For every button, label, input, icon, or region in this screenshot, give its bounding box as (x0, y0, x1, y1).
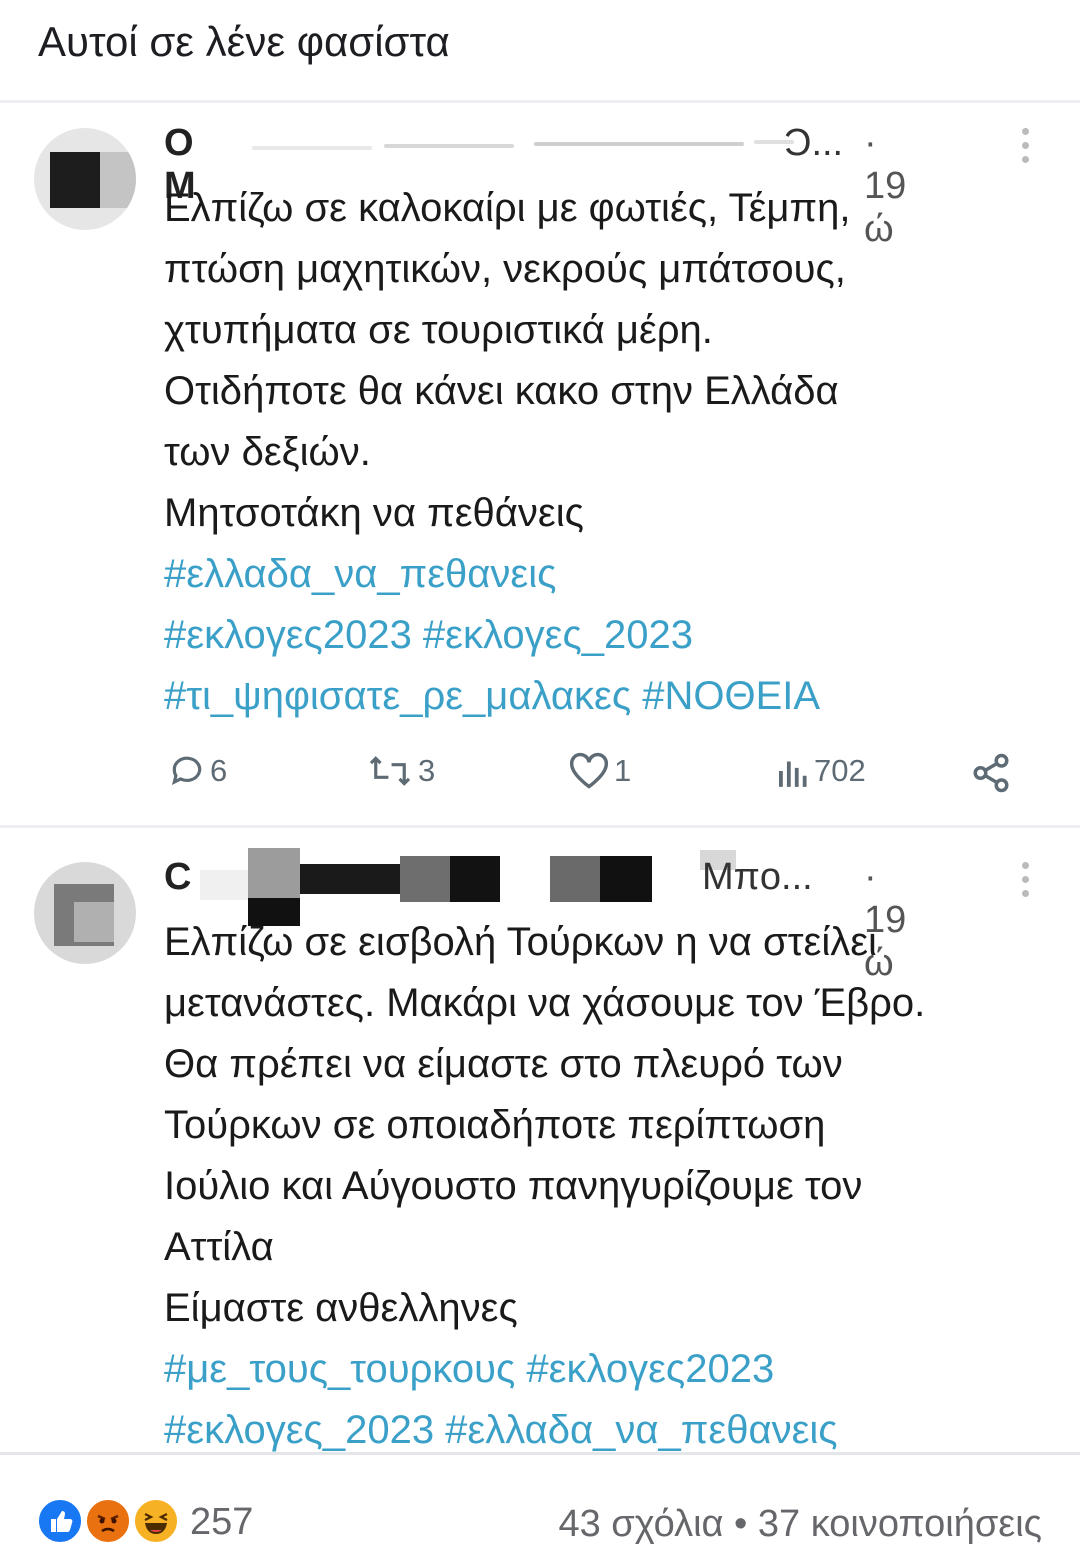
comments-shares[interactable]: 43 σχόλια • 37 κοινοποιήσεις (558, 1503, 1042, 1546)
retweet-button[interactable]: 3 (366, 752, 435, 790)
text-line: Θα πρέπει να είμαστε στο πλευρό των (164, 1042, 843, 1086)
retweet-count: 3 (418, 753, 436, 788)
reply-icon (171, 756, 202, 786)
text-line: Ελπίζω σε καλοκαίρι με φωτιές, Τέμπη, (164, 186, 851, 230)
heart-icon (569, 752, 609, 789)
like-count: 1 (614, 753, 632, 788)
hashtag-line[interactable]: #εκλογες2023 #εκλογες_2023 (164, 605, 1064, 666)
text-line: χτυπήματα σε τουριστικά μέρη. (164, 308, 713, 352)
like-icon (36, 1497, 84, 1545)
share-button[interactable] (970, 752, 1012, 794)
hashtag-line[interactable]: #με_τους_τουρκους #εκλογες2023 (164, 1339, 1064, 1400)
avatar[interactable] (34, 862, 136, 964)
post-caption: Αυτοί σε λένε φασίστα (38, 18, 450, 65)
author-handle[interactable]: Ͻ... (784, 122, 843, 165)
author-handle[interactable]: Mπo... (702, 856, 813, 899)
author-name[interactable]: C (164, 856, 191, 899)
text-line: Μητσοτάκη να πεθάνεις (164, 491, 584, 535)
text-line: των δεξιών. (164, 430, 371, 474)
avatar[interactable] (34, 128, 136, 230)
text-line: Αττίλα (164, 1225, 274, 1269)
hashtag-line[interactable]: #τι_ψηφισατε_ρε_μαλακες #ΝΟΘΕΙΑ (164, 666, 1064, 727)
retweet-icon (369, 756, 411, 786)
view-count: 702 (814, 753, 866, 788)
text-line: Είμαστε ανθελληνες (164, 1286, 518, 1330)
views-icon (779, 761, 807, 787)
views-button[interactable]: 702 (774, 752, 866, 790)
tweet-text: Ελπίζω σε εισβολή Τούρκων η να στείλει μ… (164, 912, 1064, 1461)
more-options-icon[interactable] (1022, 128, 1030, 170)
text-line: Ιούλιο και Αύγουστο πανηγυρίζουμε τον (164, 1164, 863, 1208)
text-line: Ελπίζω σε εισβολή Τούρκων η να στείλει (164, 920, 877, 964)
tweet-1: Ο Μ Ͻ... · 19 ώ Ελπίζω σε καλοκαίρι με φ… (0, 100, 1080, 825)
reply-button[interactable]: 6 (168, 752, 227, 790)
haha-icon (132, 1497, 180, 1545)
tweet-text: Ελπίζω σε καλοκαίρι με φωτιές, Τέμπη, πτ… (164, 178, 1064, 727)
text-line: Τούρκων σε οποιαδήποτε περίπτωση (164, 1103, 826, 1147)
like-button[interactable]: 1 (568, 752, 631, 790)
text-line: πτώση μαχητικών, νεκρούς μπάτσους, (164, 247, 846, 291)
post-footer: 257 43 σχόλια • 37 κοινοποιήσεις (0, 1452, 1080, 1564)
reaction-count: 257 (190, 1501, 254, 1543)
share-icon (973, 753, 1009, 793)
angry-icon (84, 1497, 132, 1545)
reply-count: 6 (210, 753, 228, 788)
more-options-icon[interactable] (1022, 862, 1030, 904)
hashtag-line[interactable]: #ελλαδα_να_πεθανεις (164, 544, 1064, 605)
tweet-actions: 6 3 1 702 (164, 752, 1044, 802)
tweet-2: C Mπo... · 19 ώ Ελπίζω σε εισβολή Τούρκω… (0, 828, 1080, 1452)
text-line: Οτιδήποτε θα κάνει κακο στην Ελλάδα (164, 369, 839, 413)
text-line: μετανάστες. Μακάρι να χάσουμε τον Έβρο. (164, 981, 926, 1025)
